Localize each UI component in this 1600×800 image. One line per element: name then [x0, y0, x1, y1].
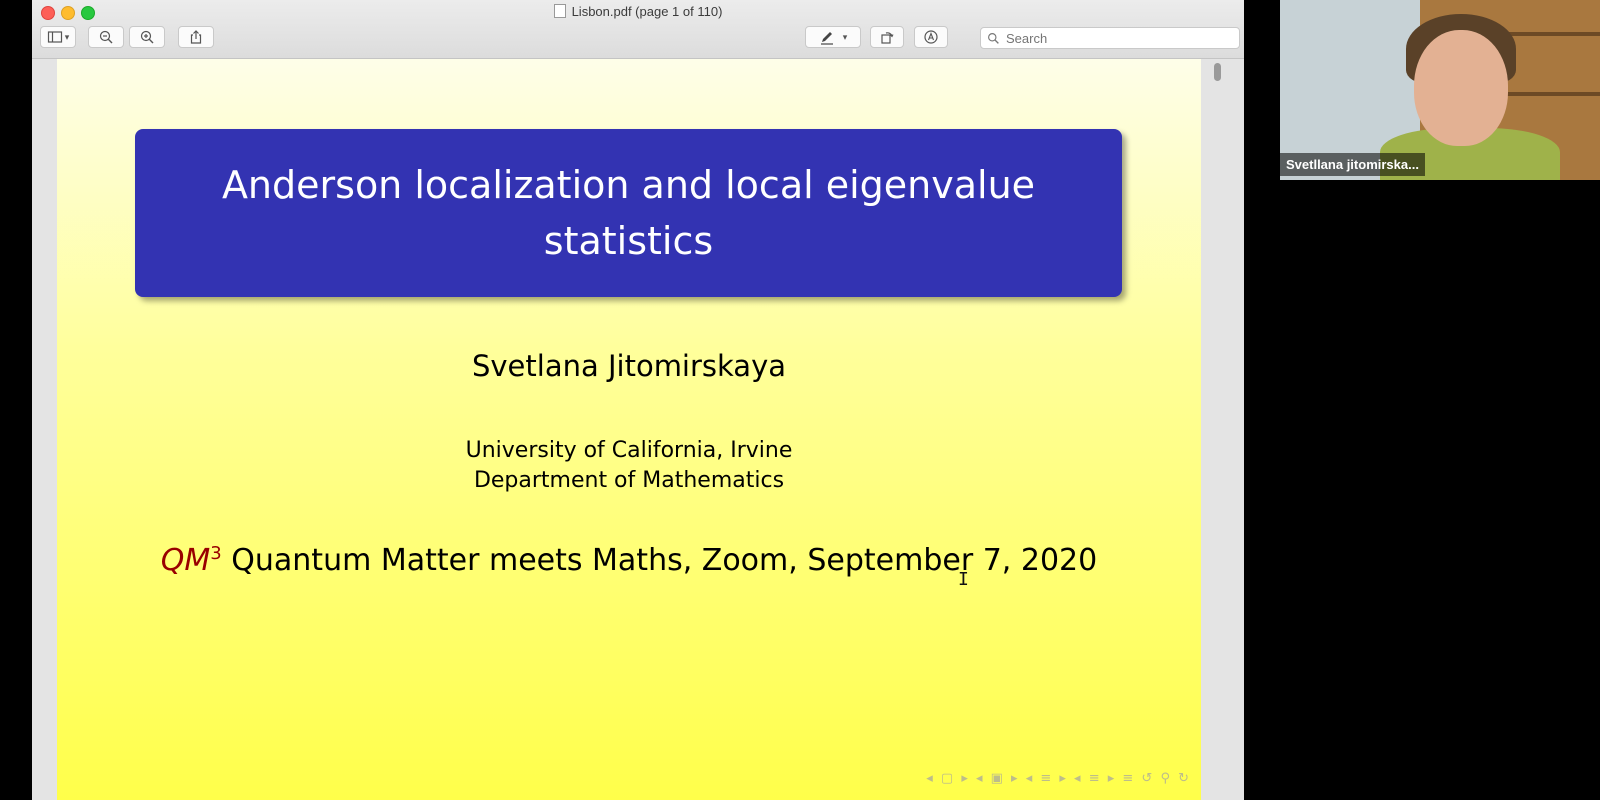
- search-input[interactable]: [1004, 29, 1228, 47]
- webcam-video-tile: Svetllana jitomirska...: [1280, 0, 1600, 180]
- slide-affiliation-department: Department of Mathematics: [473, 468, 785, 493]
- chevron-down-icon: ▾: [842, 31, 848, 42]
- zoom-in-icon: [140, 30, 154, 44]
- pen-icon: [820, 32, 833, 45]
- rotate-icon: [881, 32, 894, 44]
- title-bar: Lisbon.pdf (page 1 of 110) ▾ ▾ Search: [32, 0, 1244, 59]
- slide-affiliation-university: University of California, Irvine: [465, 438, 793, 463]
- vertical-scrollbar[interactable]: [1212, 59, 1222, 800]
- slide-title: Anderson localization and local eigenval…: [221, 163, 1036, 263]
- window-title-wrap: Lisbon.pdf (page 1 of 110): [32, 4, 1244, 19]
- participant-name-label: Svetllana jitomirska...: [1280, 153, 1425, 176]
- markup-toolbar-button[interactable]: [914, 26, 948, 48]
- chevron-down-icon: ▾: [64, 31, 70, 42]
- event-qm-label: QM: [160, 543, 211, 578]
- event-qm-superscript: 3: [210, 543, 222, 564]
- text-cursor-icon: I: [958, 569, 969, 590]
- zoom-out-button[interactable]: [88, 26, 124, 48]
- search-field[interactable]: [980, 27, 1240, 49]
- zoom-in-button[interactable]: [129, 26, 165, 48]
- scrollbar-thumb[interactable]: [1214, 63, 1221, 81]
- markup-icon: [924, 30, 938, 44]
- share-icon: [190, 30, 202, 44]
- rotate-button[interactable]: [870, 26, 904, 48]
- pdf-document-icon: [553, 4, 566, 18]
- sidebar-toggle-button[interactable]: ▾: [40, 26, 76, 48]
- share-button[interactable]: [178, 26, 214, 48]
- slide-event-line: QM3 Quantum Matter meets Maths, Zoom, Se…: [57, 543, 1201, 578]
- search-icon: [988, 32, 999, 44]
- beamer-navigation-symbols[interactable]: ◂ ▢ ▸ ◂ ▣ ▸ ◂ ≡ ▸ ◂ ≡ ▸ ≡ ↺ ⚲ ↻: [926, 771, 1191, 786]
- participant-face: [1414, 30, 1508, 146]
- preview-window: Lisbon.pdf (page 1 of 110) ▾ ▾ Search An…: [32, 0, 1244, 800]
- document-view[interactable]: Anderson localization and local eigenval…: [32, 59, 1244, 800]
- sidebar-icon: [47, 31, 62, 43]
- markup-pen-button[interactable]: ▾: [805, 26, 861, 48]
- pdf-page-slide: Anderson localization and local eigenval…: [57, 59, 1201, 800]
- slide-author: Svetlana Jitomirskaya: [471, 349, 787, 383]
- zoom-out-icon: [99, 30, 113, 44]
- slide-title-box: Anderson localization and local eigenval…: [135, 129, 1122, 297]
- window-title: Lisbon.pdf (page 1 of 110): [571, 4, 723, 19]
